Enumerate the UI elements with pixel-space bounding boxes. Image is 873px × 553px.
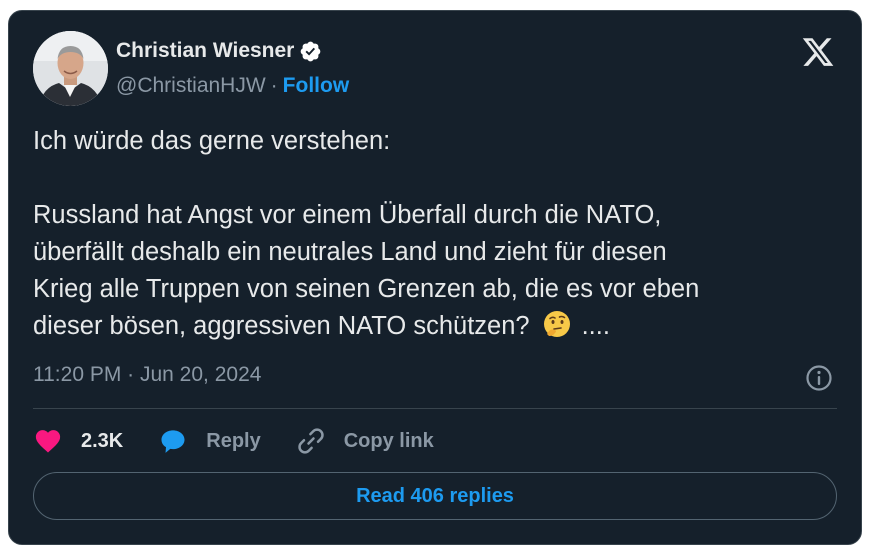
- divider: [33, 408, 837, 409]
- handle-row: @ChristianHJW · Follow: [116, 74, 349, 98]
- like-count: 2.3K: [81, 429, 124, 452]
- avatar[interactable]: [33, 31, 108, 106]
- author-handle[interactable]: @ChristianHJW: [116, 74, 266, 98]
- tweet-line: Russland hat Angst vor einem Überfall du…: [33, 201, 662, 229]
- link-icon: [298, 428, 324, 454]
- reply-button[interactable]: Reply: [158, 426, 261, 456]
- tweet-text: Ich würde das gerne verstehen: Russland …: [33, 123, 833, 345]
- tweet-line: Ich würde das gerne verstehen:: [33, 127, 391, 155]
- author-name-row: Christian Wiesner: [116, 39, 322, 63]
- separator-dot: ·: [270, 74, 278, 97]
- action-bar: 2.3K Reply Copy link: [33, 423, 469, 459]
- tweet-timestamp[interactable]: 11:20 PM · Jun 20, 2024: [33, 363, 261, 387]
- tweet-card: Christian Wiesner @ChristianHJW · Follow…: [8, 10, 862, 545]
- copy-link-button[interactable]: Copy link: [296, 426, 434, 456]
- read-replies-button[interactable]: Read 406 replies: [33, 472, 837, 520]
- author-name[interactable]: Christian Wiesner: [116, 39, 294, 63]
- heart-icon: [35, 430, 61, 453]
- reply-bubble-icon: [161, 430, 185, 453]
- tweet-line: dieser bösen, aggressiven NATO schützen?: [33, 312, 530, 340]
- verified-badge-icon: [299, 40, 322, 63]
- like-button[interactable]: 2.3K: [33, 426, 123, 456]
- reply-label: Reply: [206, 429, 261, 452]
- follow-button[interactable]: Follow: [283, 74, 350, 98]
- copy-link-label: Copy link: [343, 429, 434, 452]
- tweet-line: Krieg alle Truppen von seinen Grenzen ab…: [33, 275, 700, 303]
- info-icon[interactable]: [805, 364, 833, 392]
- tweet-line: überfällt deshalb ein neutrales Land und…: [33, 238, 667, 266]
- tweet-line-last: dieser bösen, aggressiven NATO schützen?…: [33, 308, 833, 345]
- x-logo-icon[interactable]: [801, 35, 835, 69]
- thinking-face-icon: [542, 309, 572, 339]
- tweet-trail: ....: [581, 312, 610, 340]
